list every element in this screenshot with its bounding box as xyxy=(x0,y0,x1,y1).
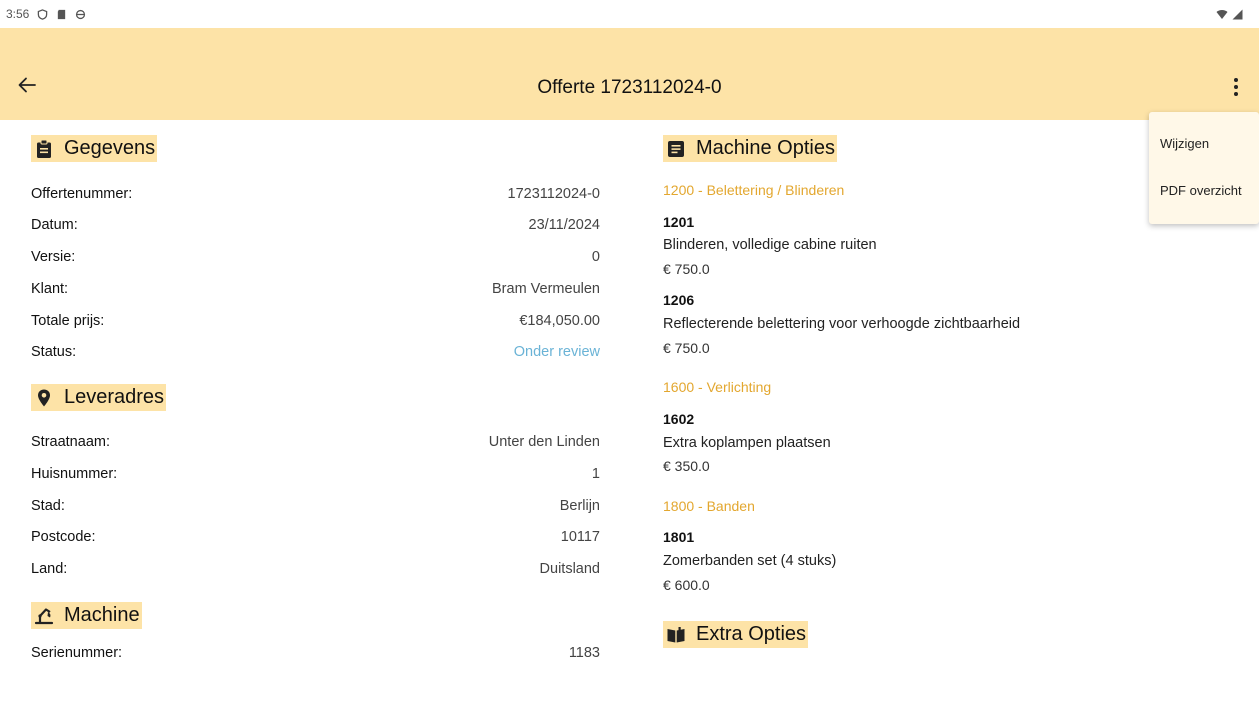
wifi-icon xyxy=(1216,9,1228,19)
detail-row: Huisnummer: 1 xyxy=(31,466,600,482)
menu-item-pdf-overzicht[interactable]: PDF overzicht xyxy=(1160,183,1242,198)
list-box-icon xyxy=(668,140,684,157)
section-title: Extra Opties xyxy=(696,623,807,645)
option-price: € 750.0 xyxy=(663,340,710,356)
overflow-menu: Wijzigen PDF overzicht xyxy=(1149,112,1259,224)
option-description: Extra koplampen plaatsen xyxy=(663,435,831,451)
clock: 3:56 xyxy=(6,7,30,21)
option-price: € 750.0 xyxy=(663,261,710,277)
detail-row: Stad: Berlijn xyxy=(31,498,600,514)
section-title: Gegevens xyxy=(64,137,156,159)
detail-row: Versie: 0 xyxy=(31,249,600,265)
detail-row: Datum: 23/11/2024 xyxy=(31,217,600,233)
system-status-bar: 3:56 xyxy=(0,0,1259,28)
app-bar: Offerte 1723112024-0 xyxy=(0,28,1259,120)
detail-row: Offertenummer: 1723112024-0 xyxy=(31,186,600,202)
option-description: Blinderen, volledige cabine ruiten xyxy=(663,237,877,253)
section-header-gegevens: Gegevens xyxy=(31,135,158,162)
section-header-machine: Machine xyxy=(31,602,142,629)
section-header-machine-opties: Machine Opties xyxy=(663,135,837,162)
detail-row: Straatnaam: Unter den Linden xyxy=(31,434,600,450)
option-code: 1602 xyxy=(663,411,695,427)
more-options-icon[interactable] xyxy=(1226,76,1246,98)
option-group-title: 1200 - Belettering / Blinderen xyxy=(663,182,845,198)
detail-row: Klant: Bram Vermeulen xyxy=(31,281,600,297)
detail-row: Status: Onder review xyxy=(31,344,600,360)
sync-icon xyxy=(76,9,86,19)
detail-row: Totale prijs: €184,050.00 xyxy=(31,313,600,329)
option-code: 1201 xyxy=(663,214,695,230)
option-price: € 600.0 xyxy=(663,577,710,593)
shield-icon xyxy=(38,8,48,20)
option-description: Reflecterende belettering voor verhoogde… xyxy=(663,316,1021,332)
option-group-title: 1800 - Banden xyxy=(663,498,755,514)
option-code: 1801 xyxy=(663,529,695,545)
content-scroll-area[interactable]: Gegevens Offertenummer: 1723112024-0 Datu… xyxy=(0,120,1259,660)
section-title: Leveradres xyxy=(64,386,165,408)
option-description: Zomerbanden set (4 stuks) xyxy=(663,553,837,569)
option-price: € 350.0 xyxy=(663,458,710,474)
location-pin-icon xyxy=(38,389,50,406)
detail-row: Serienummer: 1183 xyxy=(31,645,600,660)
status-badge: Onder review xyxy=(513,344,600,360)
section-header-leveradres: Leveradres xyxy=(31,384,167,411)
detail-row: Land: Duitsland xyxy=(31,561,600,577)
option-code: 1206 xyxy=(663,292,695,308)
section-header-extra-opties: Extra Opties xyxy=(663,621,809,648)
section-title: Machine xyxy=(64,604,140,626)
signal-icon xyxy=(1232,9,1243,19)
menu-item-wijzigen[interactable]: Wijzigen xyxy=(1160,136,1209,151)
page-title: Offerte 1723112024-0 xyxy=(537,77,722,98)
book-open-icon xyxy=(667,626,685,642)
detail-row: Postcode: 10117 xyxy=(31,529,600,545)
sd-card-icon xyxy=(58,9,66,19)
clipboard-icon xyxy=(37,139,51,158)
section-title: Machine Opties xyxy=(696,137,835,159)
option-group-title: 1600 - Verlichting xyxy=(663,379,772,395)
excavator-icon xyxy=(34,607,54,624)
